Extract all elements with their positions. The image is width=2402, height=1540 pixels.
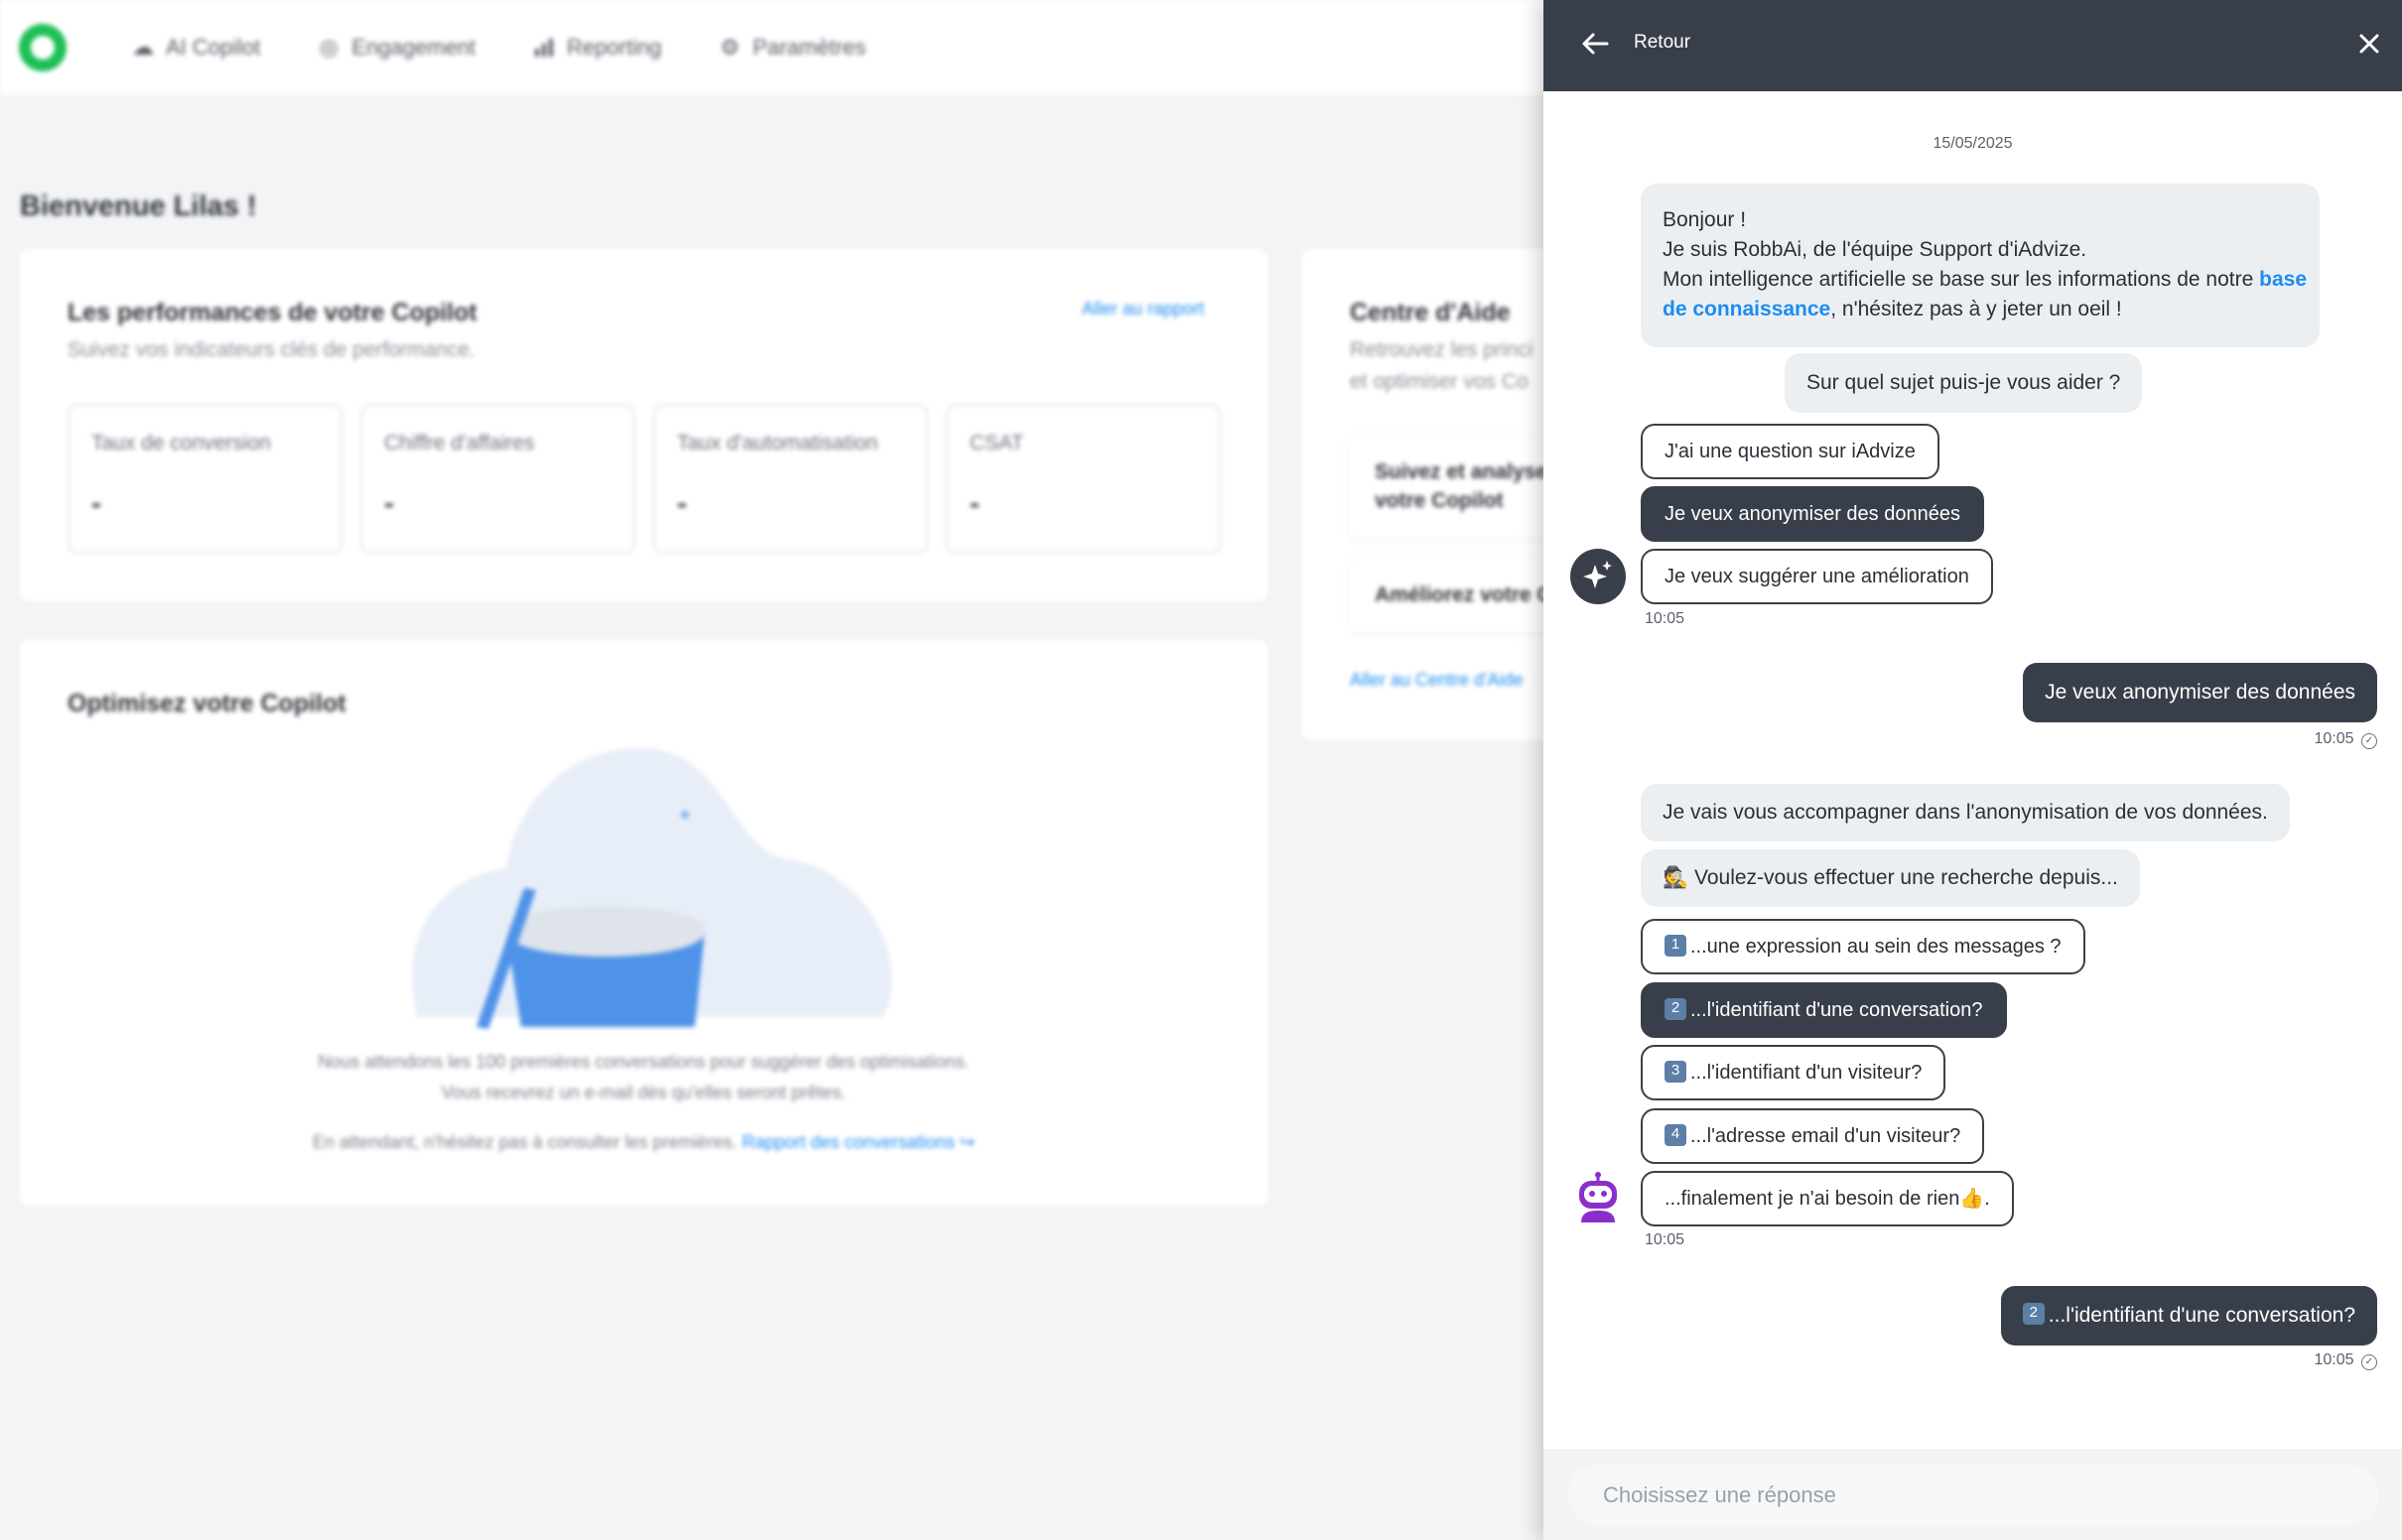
chat-footer — [1543, 1449, 2402, 1540]
kpi-card: Chiffre d'affaires - — [360, 404, 635, 554]
arrow-left-icon[interactable] — [1577, 26, 1613, 62]
option-search-expression[interactable]: 1 ...une expression au sein des messages … — [1641, 919, 2085, 974]
option-label: ...une expression au sein des messages ? — [1690, 936, 2062, 958]
intro-line: Bonjour ! — [1663, 208, 1747, 231]
help-subtitle: et optimiser vos Co — [1350, 370, 1529, 393]
message-time: 10:05 — [2314, 730, 2354, 747]
option-suggest-improvement[interactable]: Je veux suggérer une amélioration — [1641, 549, 1993, 604]
empty-state-illustration — [411, 747, 892, 1029]
kpi-label: Taux de conversion — [91, 432, 271, 454]
knowledge-base-link[interactable]: de connaissance — [1663, 298, 1830, 321]
option-label: ...l'adresse email d'un visiteur? — [1690, 1125, 1961, 1147]
intro-text: Mon intelligence artificielle se base su… — [1663, 268, 2260, 291]
target-icon: ◎ — [319, 35, 338, 60]
kpi-card: Taux de conversion - — [67, 404, 342, 554]
nav-item-ai-copilot[interactable]: ☁ AI Copilot — [132, 35, 260, 61]
nav-label: Reporting — [567, 35, 662, 60]
nav-label: AI Copilot — [166, 35, 261, 60]
keycap-3-icon: 3 — [1665, 1060, 1686, 1083]
performance-title: Les performances de votre Copilot — [67, 299, 477, 326]
user-message-text: ...l'identifiant d'une conversation? — [2048, 1304, 2355, 1327]
option-anonymize-data[interactable]: Je veux anonymiser des données — [1641, 486, 1984, 542]
close-icon[interactable] — [2349, 24, 2389, 64]
message-time: 10:05 — [2314, 1351, 2354, 1368]
option-search-conversation-id[interactable]: 2 ...l'identifiant d'une conversation? — [1641, 982, 2007, 1038]
report-link[interactable]: Aller au rapport — [1082, 299, 1204, 320]
conversations-report-link[interactable]: Rapport des conversations — [742, 1132, 955, 1152]
message-time-read: 10:05 ✓ — [2314, 730, 2377, 749]
keycap-4-icon: 4 — [1665, 1123, 1686, 1146]
nav-item-reporting[interactable]: Reporting — [533, 35, 662, 61]
kpi-label: Chiffre d'affaires — [384, 432, 535, 454]
logo-inner — [31, 36, 55, 60]
keycap-2-icon: 2 — [1665, 997, 1686, 1020]
chat-date: 15/05/2025 — [1933, 135, 2013, 152]
thumbs-up-icon: 👍 — [1959, 1188, 1985, 1210]
nav-item-parametres[interactable]: ⚙ Paramètres — [720, 35, 867, 61]
kpi-value: - — [970, 487, 980, 520]
nav-label: Paramètres — [752, 35, 867, 60]
option-search-visitor-email[interactable]: 4 ...l'adresse email d'un visiteur? — [1641, 1108, 1985, 1164]
nav-label: Engagement — [351, 35, 476, 60]
help-subtitle: Retrouvez les princi — [1350, 338, 1534, 361]
bot-message: 🕵 Voulez-vous effectuer une recherche de… — [1641, 849, 2140, 907]
detective-emoji-icon: 🕵 — [1663, 866, 1689, 889]
option-search-visitor-id[interactable]: 3 ...l'identifiant d'un visiteur? — [1641, 1045, 1946, 1100]
kpi-label: Taux d'automatisation — [677, 432, 878, 454]
performance-card: Les performances de votre Copilot Suivez… — [20, 249, 1268, 601]
optimize-message-line1: Nous attendons les 100 premières convers… — [318, 1052, 970, 1072]
help-title: Centre d'Aide — [1350, 299, 1511, 326]
bar-chart-icon — [533, 37, 555, 59]
chat-panel: Retour 15/05/2025 Bonjour ! Je suis Robb… — [1543, 0, 2402, 1540]
option-label: ...finalement je n'ai besoin de rien — [1665, 1188, 1960, 1210]
kpi-value: - — [91, 487, 101, 520]
option-label-tail: . — [1984, 1188, 1990, 1210]
share-arrow-icon: ↪ — [959, 1132, 975, 1152]
nav-item-engagement[interactable]: ◎ Engagement — [318, 35, 475, 61]
bot-question-message: Sur quel sujet puis-je vous aider ? — [1785, 353, 2143, 413]
message-time: 10:05 — [1645, 1231, 1685, 1248]
message-time-read: 10:05 ✓ — [2314, 1351, 2377, 1370]
chat-header: Retour — [1543, 0, 2402, 91]
user-message: Je veux anonymiser des données — [2023, 663, 2377, 722]
knowledge-base-link[interactable]: base — [2259, 268, 2307, 291]
welcome-title: Bienvenue Lilas ! — [20, 191, 257, 222]
performance-subtitle: Suivez vos indicateurs clés de performan… — [67, 338, 475, 361]
bot-message-text: Voulez-vous effectuer une recherche depu… — [1694, 866, 2118, 889]
kpi-value: - — [677, 487, 687, 520]
check-circle-icon: ✓ — [2361, 1354, 2377, 1370]
option-label: ...l'identifiant d'un visiteur? — [1690, 1062, 1923, 1084]
optimize-title: Optimisez votre Copilot — [67, 690, 346, 717]
message-time: 10:05 — [1645, 610, 1685, 627]
kpi-card: Taux d'automatisation - — [653, 404, 928, 554]
option-question-iadvize[interactable]: J'ai une question sur iAdvize — [1641, 424, 1939, 479]
optimize-hint: En attendant, n'hésitez pas à consulter … — [313, 1132, 737, 1152]
cloud-icon: ☁ — [132, 35, 154, 60]
sparkle-avatar-icon — [1570, 549, 1626, 604]
intro-line: de connaissance, n'hésitez pas à y jeter… — [1663, 295, 2298, 324]
reply-input[interactable] — [1567, 1465, 2378, 1526]
iadvize-logo[interactable] — [19, 24, 67, 71]
gear-icon: ⚙ — [720, 35, 740, 60]
optimize-message-line2: Vous recevrez un e-mail dès qu'elles ser… — [441, 1083, 847, 1102]
intro-line: Je suis RobbAi, de l'équipe Support d'iA… — [1663, 238, 2087, 261]
bot-intro-message: Bonjour ! Je suis RobbAi, de l'équipe Su… — [1641, 184, 2320, 347]
intro-line: Mon intelligence artificielle se base su… — [1663, 265, 2307, 295]
kpi-value: - — [384, 487, 394, 520]
intro-text: , n'hésitez pas à y jeter un oeil ! — [1830, 298, 2122, 321]
option-label: ...l'identifiant d'une conversation? — [1690, 999, 1983, 1021]
keycap-2-icon: 2 — [2022, 1303, 2045, 1326]
bot-message: Je vais vous accompagner dans l'anonymis… — [1641, 784, 2290, 841]
back-label[interactable]: Retour — [1634, 32, 1690, 54]
optimize-message-line3: En attendant, n'hésitez pas à consulter … — [20, 1132, 1268, 1153]
keycap-1-icon: 1 — [1665, 934, 1686, 957]
help-center-link[interactable]: Aller au Centre d'Aide — [1350, 670, 1524, 691]
check-circle-icon: ✓ — [2361, 733, 2377, 749]
kpi-label: CSAT — [970, 432, 1024, 454]
option-need-nothing[interactable]: ...finalement je n'ai besoin de rien👍. — [1641, 1171, 2014, 1226]
kpi-card: CSAT - — [946, 404, 1221, 554]
user-message: 2 ...l'identifiant d'une conversation? — [2000, 1286, 2377, 1346]
optimize-card: Optimisez votre Copilot Nous attendons l… — [20, 640, 1268, 1206]
robot-avatar-icon — [1579, 1172, 1617, 1222]
